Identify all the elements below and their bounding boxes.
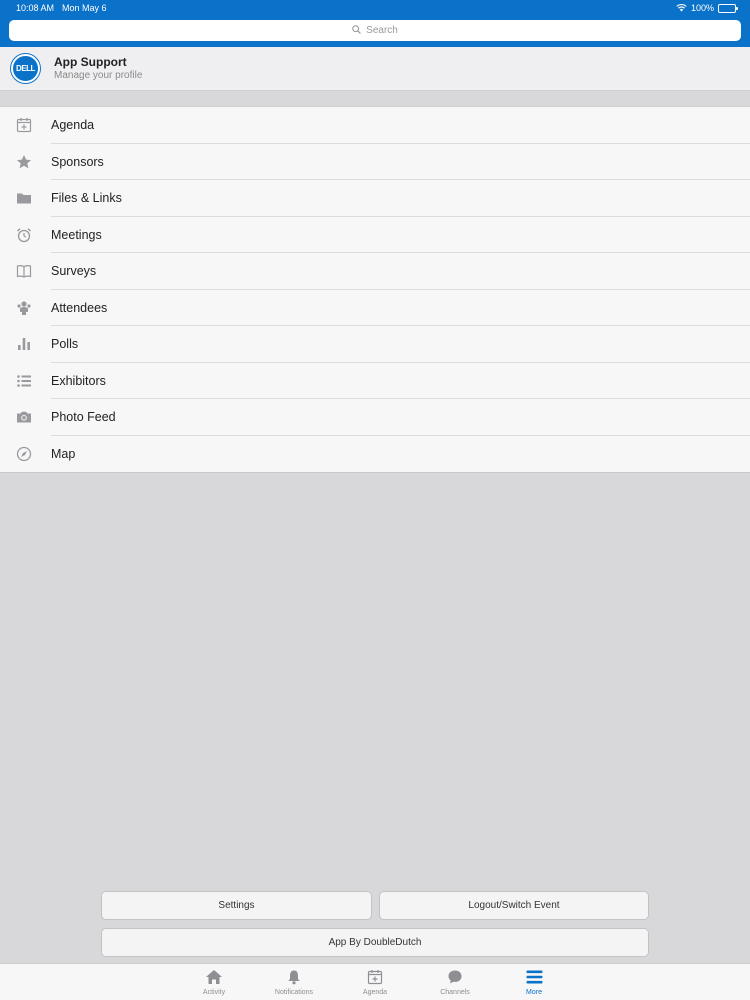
tab-label: Notifications [274, 989, 314, 996]
status-time: 10:08 AM [16, 3, 55, 13]
profile-subtitle: Manage your profile [54, 69, 143, 81]
menu-item-label: Agenda [51, 118, 95, 133]
menu-item-label: Surveys [51, 264, 97, 279]
menu-item-attendees[interactable]: Attendees [0, 290, 750, 327]
home-icon [205, 968, 223, 986]
menu-item-label: Files & Links [51, 191, 122, 206]
tab-agenda[interactable]: Agenda [335, 968, 415, 996]
camera-icon [15, 408, 33, 426]
menu-item-label: Exhibitors [51, 373, 106, 388]
menu-item-label: Photo Feed [51, 410, 116, 425]
search-placeholder: Search [366, 25, 398, 36]
menu-item-polls[interactable]: Polls [0, 326, 750, 363]
menu-item-label: Meetings [51, 227, 102, 242]
menu-item-map[interactable]: Map [0, 436, 750, 473]
tab-channels[interactable]: Channels [415, 968, 495, 996]
battery-icon [718, 3, 738, 13]
battery-percent: 100% [690, 3, 714, 13]
tab-activity[interactable]: Activity [174, 968, 254, 996]
logout-switch-event-button[interactable]: Logout/Switch Event [379, 891, 649, 920]
folder-icon [15, 189, 33, 207]
hamburger-icon [526, 968, 543, 986]
tab-label: Channels [440, 989, 470, 996]
menu-item-label: Map [51, 446, 76, 461]
people-icon [15, 299, 33, 317]
compass-icon [15, 445, 33, 463]
search-input[interactable]: Search [9, 20, 741, 41]
star-icon [15, 153, 33, 171]
menu-item-sponsors[interactable]: Sponsors [0, 144, 750, 181]
calendar-icon [15, 116, 33, 134]
tab-label: Agenda [362, 989, 388, 996]
alarm-clock-icon [15, 226, 33, 244]
profile-row[interactable]: DELL App Support Manage your profile [0, 47, 750, 91]
tab-label: Activity [202, 989, 226, 996]
list-icon [15, 372, 33, 390]
search-bar: Search [0, 16, 750, 47]
wifi-icon [676, 3, 687, 14]
menu-item-files-links[interactable]: Files & Links [0, 180, 750, 217]
menu-item-photo-feed[interactable]: Photo Feed [0, 399, 750, 436]
menu-item-label: Attendees [51, 300, 108, 315]
tab-bar: Activity Notifications Agenda Channels M… [0, 963, 750, 1000]
tab-label: More [526, 989, 542, 996]
status-bar: 10:08 AM Mon May 6 100% [0, 0, 750, 16]
chat-bubble-icon [447, 968, 463, 986]
book-icon [15, 262, 33, 280]
status-date: Mon May 6 [62, 3, 107, 13]
menu-item-exhibitors[interactable]: Exhibitors [0, 363, 750, 400]
settings-button[interactable]: Settings [101, 891, 372, 920]
menu-item-label: Polls [51, 337, 79, 352]
bar-chart-icon [15, 335, 33, 353]
menu-item-agenda[interactable]: Agenda [0, 107, 750, 144]
bell-icon [286, 968, 302, 986]
search-icon [352, 24, 361, 37]
menu-list: Agenda Sponsors Files & Links Meetings S… [0, 106, 750, 473]
calendar-icon [367, 968, 383, 986]
menu-item-surveys[interactable]: Surveys [0, 253, 750, 290]
app-by-doubledutch-button[interactable]: App By DoubleDutch [101, 928, 649, 957]
tab-notifications[interactable]: Notifications [254, 968, 334, 996]
menu-item-meetings[interactable]: Meetings [0, 217, 750, 254]
tab-more[interactable]: More [494, 968, 574, 996]
avatar: DELL [11, 54, 40, 83]
menu-item-label: Sponsors [51, 154, 104, 169]
profile-name: App Support [54, 54, 127, 69]
